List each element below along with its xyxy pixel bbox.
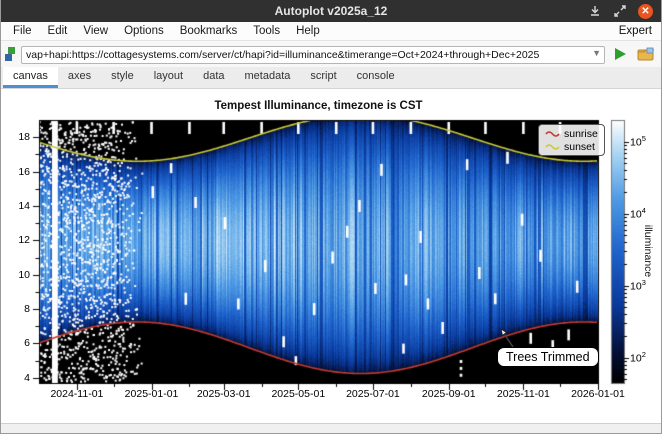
tab-metadata[interactable]: metadata	[235, 67, 301, 88]
uri-input[interactable]	[21, 46, 605, 64]
y-tick-label: 4	[8, 372, 30, 384]
colorbar-axis-label: illuminance	[642, 225, 654, 278]
uri-dropdown-icon[interactable]: ▼	[592, 48, 601, 58]
tab-style[interactable]: style	[101, 67, 144, 88]
y-tick-label: 8	[8, 303, 30, 315]
legend-sunrise-label: sunrise	[564, 128, 598, 140]
expert-mode-label[interactable]: Expert	[619, 25, 661, 37]
window-controls: ✕	[588, 0, 653, 22]
window-title: Autoplot v2025a_12	[1, 4, 661, 18]
inspect-uri-button[interactable]	[635, 44, 657, 64]
colorbar-tick-label: 102	[630, 350, 646, 365]
status-bar	[1, 423, 661, 434]
minimize-icon[interactable]	[588, 4, 602, 18]
y-tick-label: 10	[8, 269, 30, 281]
plot-panel: Tempest Illuminance, timezone is CST 202…	[1, 89, 662, 423]
close-icon[interactable]: ✕	[638, 4, 653, 19]
y-tick-label: 12	[8, 234, 30, 246]
x-tick-label: 2026-01-01	[561, 388, 635, 400]
menu-item-help[interactable]: Help	[288, 24, 328, 38]
tab-data[interactable]: data	[193, 67, 234, 88]
uri-field-wrap: ▼	[21, 45, 605, 63]
plot-go-button[interactable]	[610, 44, 630, 64]
tab-console[interactable]: console	[347, 67, 405, 88]
x-tick-label: 2025-01-01	[115, 388, 189, 400]
y-tick-label: 6	[8, 337, 30, 349]
menu-item-edit[interactable]: Edit	[40, 24, 76, 38]
colorbar-tick-label: 103	[630, 278, 646, 293]
x-tick-label: 2025-03-01	[187, 388, 261, 400]
tab-canvas[interactable]: canvas	[3, 67, 58, 88]
x-tick-label: 2025-05-01	[261, 388, 335, 400]
app-window: Autoplot v2025a_12 ✕ FileEditViewOptions…	[0, 0, 662, 434]
x-tick-label: 2025-11-01	[486, 388, 560, 400]
x-tick-label: 2024-11-01	[40, 388, 114, 400]
legend-entry-sunset[interactable]: sunset	[545, 140, 598, 153]
colorbar-tick-label: 104	[630, 206, 646, 221]
legend-entry-sunrise[interactable]: sunrise	[545, 127, 598, 140]
plot-title: Tempest Illuminance, timezone is CST	[39, 100, 598, 112]
datasource-icon	[5, 46, 16, 62]
plot-legend[interactable]: sunrise sunset	[538, 124, 605, 156]
menu-bar: FileEditViewOptionsBookmarksToolsHelp Exp…	[1, 22, 661, 40]
x-tick-label: 2025-07-01	[336, 388, 410, 400]
legend-sunrise-swatch	[545, 129, 560, 138]
menu-item-file[interactable]: File	[5, 24, 40, 38]
maximize-icon[interactable]	[613, 4, 627, 18]
menu-item-options[interactable]: Options	[116, 24, 172, 38]
legend-sunset-swatch	[545, 142, 560, 151]
tab-axes[interactable]: axes	[58, 67, 101, 88]
annotation-trees-trimmed[interactable]: Trees Trimmed	[497, 347, 599, 367]
legend-sunset-label: sunset	[564, 141, 595, 153]
colorbar-tick-label: 105	[630, 134, 646, 149]
x-tick-label: 2025-09-01	[412, 388, 486, 400]
tab-bar: canvasaxesstylelayoutdatametadatascriptc…	[1, 67, 661, 89]
menu-item-view[interactable]: View	[75, 24, 116, 38]
tab-script[interactable]: script	[300, 67, 346, 88]
title-bar[interactable]: Autoplot v2025a_12 ✕	[1, 0, 661, 22]
y-tick-label: 14	[8, 200, 30, 212]
uri-toolbar: ▼	[1, 40, 661, 67]
y-tick-label: 16	[8, 166, 30, 178]
y-tick-label: 18	[8, 131, 30, 143]
menu-item-tools[interactable]: Tools	[245, 24, 288, 38]
menu-item-bookmarks[interactable]: Bookmarks	[172, 24, 246, 38]
tab-layout[interactable]: layout	[144, 67, 193, 88]
